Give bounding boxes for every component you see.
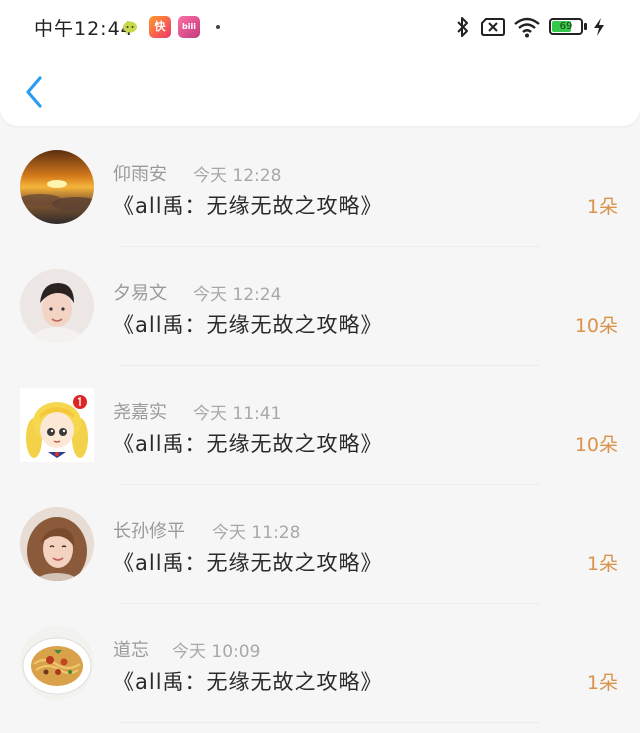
book-title: 《all禹：无缘无故之攻略》 [113,551,383,575]
young-man-avatar[interactable] [20,269,94,343]
flower-count: 1朵 [586,553,618,575]
book-title: 《all禹：无缘无故之攻略》 [113,670,383,694]
send-time: 今天 12:24 [193,285,282,305]
wifi-icon [513,16,541,42]
list-item[interactable]: 长孙修平 今天 11:28 《all禹：无缘无故之攻略》 1朵 [0,485,640,604]
list-item[interactable]: 仰雨安 今天 12:28 《all禹：无缘无故之攻略》 1朵 [0,128,640,247]
send-time: 今天 11:28 [212,523,301,543]
sender-name: 长孙修平 [113,521,185,542]
charging-bolt-icon [593,17,605,41]
sender-name: 道忘 [113,640,149,661]
notification-dot [216,25,220,29]
flower-count: 10朵 [574,434,618,456]
chat-bubble-icon [122,20,138,39]
flower-count: 10朵 [574,315,618,337]
book-title: 《all禹：无缘无故之攻略》 [113,432,383,456]
send-time: 今天 12:28 [193,166,282,186]
send-time: 今天 11:41 [193,404,282,424]
send-time: 今天 10:09 [172,642,261,662]
battery-percentage: 69 [559,21,573,32]
young-woman-avatar[interactable] [20,507,94,581]
sender-name: 仰雨安 [113,164,167,185]
flower-count: 1朵 [586,672,618,694]
battery-tip [584,23,587,30]
list-item[interactable]: 道忘 今天 10:09 《all禹：无缘无故之攻略》 1朵 [0,604,640,723]
back-button[interactable] [18,72,54,112]
battery-icon: 69 [549,18,583,35]
flower-count: 1朵 [586,196,618,218]
status-bar: 中午12:44 快 bili 69 [0,0,640,56]
gift-record-list: 仰雨安 今天 12:28 《all禹：无缘无故之攻略》 1朵 夕易文 今天 12… [0,128,640,723]
status-time: 中午12:44 [34,18,134,40]
divider [120,722,540,723]
bluetooth-icon [455,15,471,43]
header-bar: 中午12:44 快 bili 69 [0,0,640,126]
list-item[interactable]: 尧嘉实 今天 11:41 《all禹：无缘无故之攻略》 10朵 [0,366,640,485]
bilibili-app-icon: bili [178,16,200,38]
sunset-clouds-avatar[interactable] [20,150,94,224]
book-title: 《all禹：无缘无故之攻略》 [113,313,383,337]
chevron-left-icon [26,76,42,108]
kuaikan-app-icon: 快 [149,16,171,38]
book-title: 《all禹：无缘无故之攻略》 [113,194,383,218]
pasta-dish-avatar[interactable] [20,626,94,700]
anime-girl-avatar[interactable] [20,388,94,462]
sender-name: 夕易文 [113,283,167,304]
no-sim-icon [481,17,505,41]
gift-record-screen: 中午12:44 快 bili 69 仰雨安 今天 12:28 《all禹：无缘无… [0,0,640,733]
list-item[interactable]: 夕易文 今天 12:24 《all禹：无缘无故之攻略》 10朵 [0,247,640,366]
sender-name: 尧嘉实 [113,402,167,423]
